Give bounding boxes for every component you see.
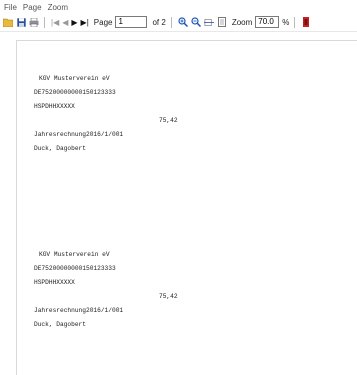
iban: DE75200000000150123333 — [34, 265, 116, 272]
menu-bar: File Page Zoom — [0, 0, 357, 14]
menu-zoom[interactable]: Zoom — [48, 3, 68, 12]
save-icon[interactable] — [16, 17, 26, 27]
payer-name: Duck, Dagobert — [34, 145, 86, 152]
reference: Jahresrechnung2016/1/001 — [34, 131, 124, 138]
toolbar-separator — [294, 16, 296, 28]
page-label: Page — [93, 17, 113, 27]
last-page-icon[interactable]: ▶| — [81, 18, 89, 27]
menu-file[interactable]: File — [4, 3, 17, 12]
fit-width-icon[interactable] — [203, 17, 214, 27]
page-count: of 2 — [152, 17, 166, 27]
amount: 75,42 — [159, 293, 178, 300]
club-name: KGV Musterverein eV — [39, 251, 110, 258]
preview-area[interactable]: KGV Musterverein eV DE752000000001501233… — [0, 31, 357, 375]
zoom-unit: % — [282, 17, 290, 27]
zoom-out-icon[interactable] — [191, 17, 201, 27]
zoom-in-icon[interactable] — [178, 17, 188, 27]
fit-page-icon[interactable] — [217, 17, 227, 27]
next-page-icon[interactable]: ▶ — [71, 18, 77, 27]
prev-page-icon[interactable]: ◀ — [62, 18, 68, 27]
zoom-label: Zoom — [231, 17, 253, 27]
iban: DE75200000000150123333 — [34, 89, 116, 96]
payer-name: Duck, Dagobert — [34, 321, 86, 328]
report-page: KGV Musterverein eV DE752000000001501233… — [16, 40, 357, 375]
zoom-input[interactable]: 70.0 — [255, 16, 280, 28]
first-page-icon[interactable]: |◀ — [51, 18, 59, 27]
bic: HSPDHHXXXXX — [34, 103, 75, 110]
menu-page[interactable]: Page — [23, 3, 42, 12]
bic: HSPDHHXXXXX — [34, 279, 75, 286]
toolbar: |◀ ◀ ▶ ▶| Page 1 of 2 Zoom 70.0 % — [0, 14, 357, 30]
page-number-input[interactable]: 1 — [115, 16, 148, 28]
toolbar-separator — [170, 16, 172, 28]
print-icon[interactable] — [29, 17, 39, 27]
reference: Jahresrechnung2016/1/001 — [34, 307, 124, 314]
folder-icon[interactable] — [3, 17, 13, 27]
close-icon[interactable] — [301, 17, 311, 27]
amount: 75,42 — [159, 117, 178, 124]
toolbar-separator — [44, 16, 45, 28]
club-name: KGV Musterverein eV — [39, 75, 110, 82]
